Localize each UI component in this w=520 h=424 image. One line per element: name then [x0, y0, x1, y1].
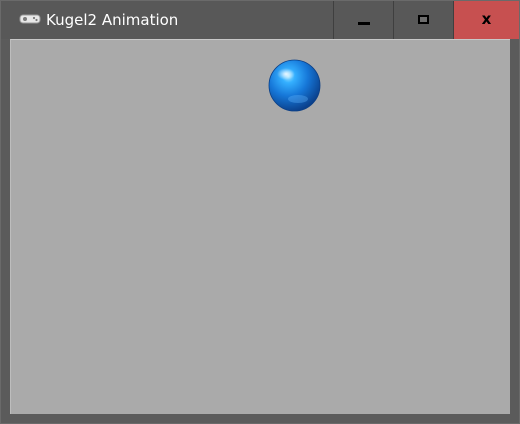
minimize-button[interactable] [333, 1, 393, 39]
animation-canvas[interactable] [10, 39, 510, 414]
controller-icon [19, 14, 41, 24]
ball-sphere [268, 59, 321, 112]
maximize-button[interactable] [393, 1, 453, 39]
app-window: Kugel2 Animation x [0, 0, 520, 424]
title-bar[interactable]: Kugel2 Animation x [1, 1, 519, 39]
close-icon: x [481, 10, 492, 28]
maximize-icon [418, 15, 429, 24]
close-button[interactable]: x [453, 1, 519, 39]
minimize-icon [358, 22, 370, 25]
window-title: Kugel2 Animation [46, 11, 179, 29]
